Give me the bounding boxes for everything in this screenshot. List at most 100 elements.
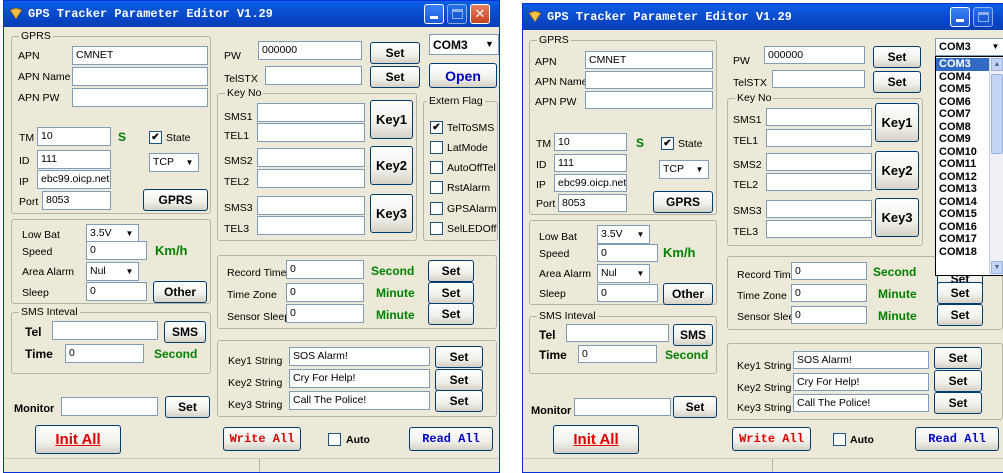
com-port-option[interactable]: COM17 — [936, 233, 989, 246]
sms-button[interactable]: SMS — [164, 321, 206, 343]
key3-string-set-button[interactable]: Set — [435, 390, 483, 412]
low-bat-select[interactable]: 3.5V ▼ — [597, 225, 650, 244]
time-zone-set-button[interactable]: Set — [937, 282, 983, 304]
maximize-button[interactable] — [973, 7, 993, 27]
sms2-input[interactable] — [766, 153, 872, 171]
tm-input[interactable]: 10 — [37, 127, 111, 146]
port-input[interactable]: 8053 — [558, 194, 627, 212]
key1-string-set-button[interactable]: Set — [435, 346, 483, 368]
key2-string-set-button[interactable]: Set — [934, 370, 982, 392]
tel1-input[interactable] — [257, 123, 365, 142]
com-port-option[interactable]: COM7 — [936, 108, 989, 121]
sms-tel-input[interactable] — [52, 321, 158, 340]
scroll-up-icon[interactable]: ▲ — [991, 58, 1003, 71]
latmode-checkbox[interactable] — [430, 141, 443, 154]
sleep-input[interactable]: 0 — [86, 282, 147, 301]
com-port-option[interactable]: COM9 — [936, 133, 989, 146]
telstx-input[interactable] — [265, 66, 362, 85]
key3-string-input[interactable]: Call The Police! — [793, 394, 929, 412]
com-port-option[interactable]: COM3 — [936, 58, 989, 71]
ip-input[interactable]: ebc99.oicp.net — [37, 170, 111, 189]
key3-button[interactable]: Key3 — [370, 194, 413, 233]
speed-input[interactable]: 0 — [86, 241, 147, 260]
key3-string-input[interactable]: Call The Police! — [289, 391, 430, 410]
gpsalarm-checkbox[interactable] — [430, 202, 443, 215]
apn-name-input[interactable] — [585, 71, 713, 89]
key1-button[interactable]: Key1 — [370, 100, 413, 139]
key1-button[interactable]: Key1 — [875, 103, 919, 142]
scroll-thumb[interactable] — [991, 74, 1003, 154]
read-all-button[interactable]: Read All — [409, 427, 493, 451]
com-port-option[interactable]: COM4 — [936, 71, 989, 84]
sms1-input[interactable] — [766, 108, 872, 126]
com-port-option[interactable]: COM8 — [936, 121, 989, 134]
other-button[interactable]: Other — [663, 283, 713, 305]
state-checkbox[interactable]: ✔ — [661, 137, 674, 150]
scroll-down-icon[interactable]: ▼ — [991, 261, 1003, 274]
state-checkbox[interactable]: ✔ — [149, 131, 162, 144]
telstx-set-button[interactable]: Set — [873, 71, 921, 93]
monitor-set-button[interactable]: Set — [673, 396, 717, 418]
com-port-option[interactable]: COM16 — [936, 221, 989, 234]
minimize-button[interactable] — [950, 7, 970, 27]
com-port-option[interactable]: COM6 — [936, 96, 989, 109]
init-all-button[interactable]: Init All — [35, 425, 121, 454]
telstx-set-button[interactable]: Set — [370, 66, 420, 88]
auto-checkbox[interactable] — [328, 433, 341, 446]
apn-name-input[interactable] — [72, 67, 208, 86]
gprs-button[interactable]: GPRS — [143, 189, 208, 211]
sms2-input[interactable] — [257, 148, 365, 167]
dropdown-scrollbar[interactable]: ▲ ▼ — [989, 57, 1003, 275]
time-zone-set-button[interactable]: Set — [428, 282, 474, 304]
sms-time-input[interactable]: 0 — [65, 344, 144, 363]
com-port-option[interactable]: COM5 — [936, 83, 989, 96]
com-port-option[interactable]: COM13 — [936, 183, 989, 196]
sensor-sleep-set-button[interactable]: Set — [428, 303, 474, 325]
apn-pw-input[interactable] — [72, 88, 208, 107]
key1-string-set-button[interactable]: Set — [934, 347, 982, 369]
key3-string-set-button[interactable]: Set — [934, 392, 982, 414]
key2-string-input[interactable]: Cry For Help! — [289, 369, 430, 388]
autoofftel-checkbox[interactable] — [430, 161, 443, 174]
com-port-option[interactable]: COM15 — [936, 208, 989, 221]
apn-pw-input[interactable] — [585, 91, 713, 109]
other-button[interactable]: Other — [153, 281, 207, 303]
key2-string-input[interactable]: Cry For Help! — [793, 373, 929, 391]
area-alarm-select[interactable]: Nul ▼ — [597, 264, 650, 283]
key1-string-input[interactable]: SOS Alarm! — [289, 347, 430, 366]
sensor-sleep-input[interactable]: 0 — [791, 306, 867, 324]
sms3-input[interactable] — [257, 196, 365, 215]
com-port-select[interactable]: COM3 ▼ — [935, 38, 1003, 56]
com-port-option[interactable]: COM10 — [936, 146, 989, 159]
com-port-option[interactable]: COM11 — [936, 158, 989, 171]
tel3-input[interactable] — [766, 220, 872, 238]
protocol-select[interactable]: TCP ▼ — [659, 160, 709, 179]
ip-input[interactable]: ebc99.oicp.net — [554, 174, 627, 192]
write-all-button[interactable]: Write All — [223, 427, 301, 451]
id-input[interactable]: 111 — [554, 154, 627, 172]
pw-set-button[interactable]: Set — [370, 42, 420, 64]
key2-string-set-button[interactable]: Set — [435, 369, 483, 391]
tel2-input[interactable] — [766, 173, 872, 191]
key2-button[interactable]: Key2 — [370, 146, 413, 185]
area-alarm-select[interactable]: Nul ▼ — [86, 262, 139, 281]
apn-input[interactable]: CMNET — [72, 46, 208, 65]
port-input[interactable]: 8053 — [42, 191, 111, 210]
init-all-button[interactable]: Init All — [553, 425, 639, 454]
teltosms-checkbox[interactable]: ✔ — [430, 121, 443, 134]
id-input[interactable]: 111 — [37, 150, 111, 169]
selledoff-checkbox[interactable] — [430, 222, 443, 235]
telstx-input[interactable] — [772, 70, 865, 88]
time-zone-input[interactable]: 0 — [286, 283, 364, 302]
sleep-input[interactable]: 0 — [597, 284, 658, 302]
apn-input[interactable]: CMNET — [585, 51, 713, 69]
key1-string-input[interactable]: SOS Alarm! — [793, 351, 929, 369]
time-zone-input[interactable]: 0 — [791, 284, 867, 302]
record-time-input[interactable]: 0 — [791, 262, 867, 280]
com-port-option[interactable]: COM14 — [936, 196, 989, 209]
key3-button[interactable]: Key3 — [875, 198, 919, 237]
record-time-input[interactable]: 0 — [286, 260, 364, 279]
sms-button[interactable]: SMS — [673, 324, 713, 346]
sensor-sleep-set-button[interactable]: Set — [937, 304, 983, 326]
read-all-button[interactable]: Read All — [915, 427, 999, 451]
